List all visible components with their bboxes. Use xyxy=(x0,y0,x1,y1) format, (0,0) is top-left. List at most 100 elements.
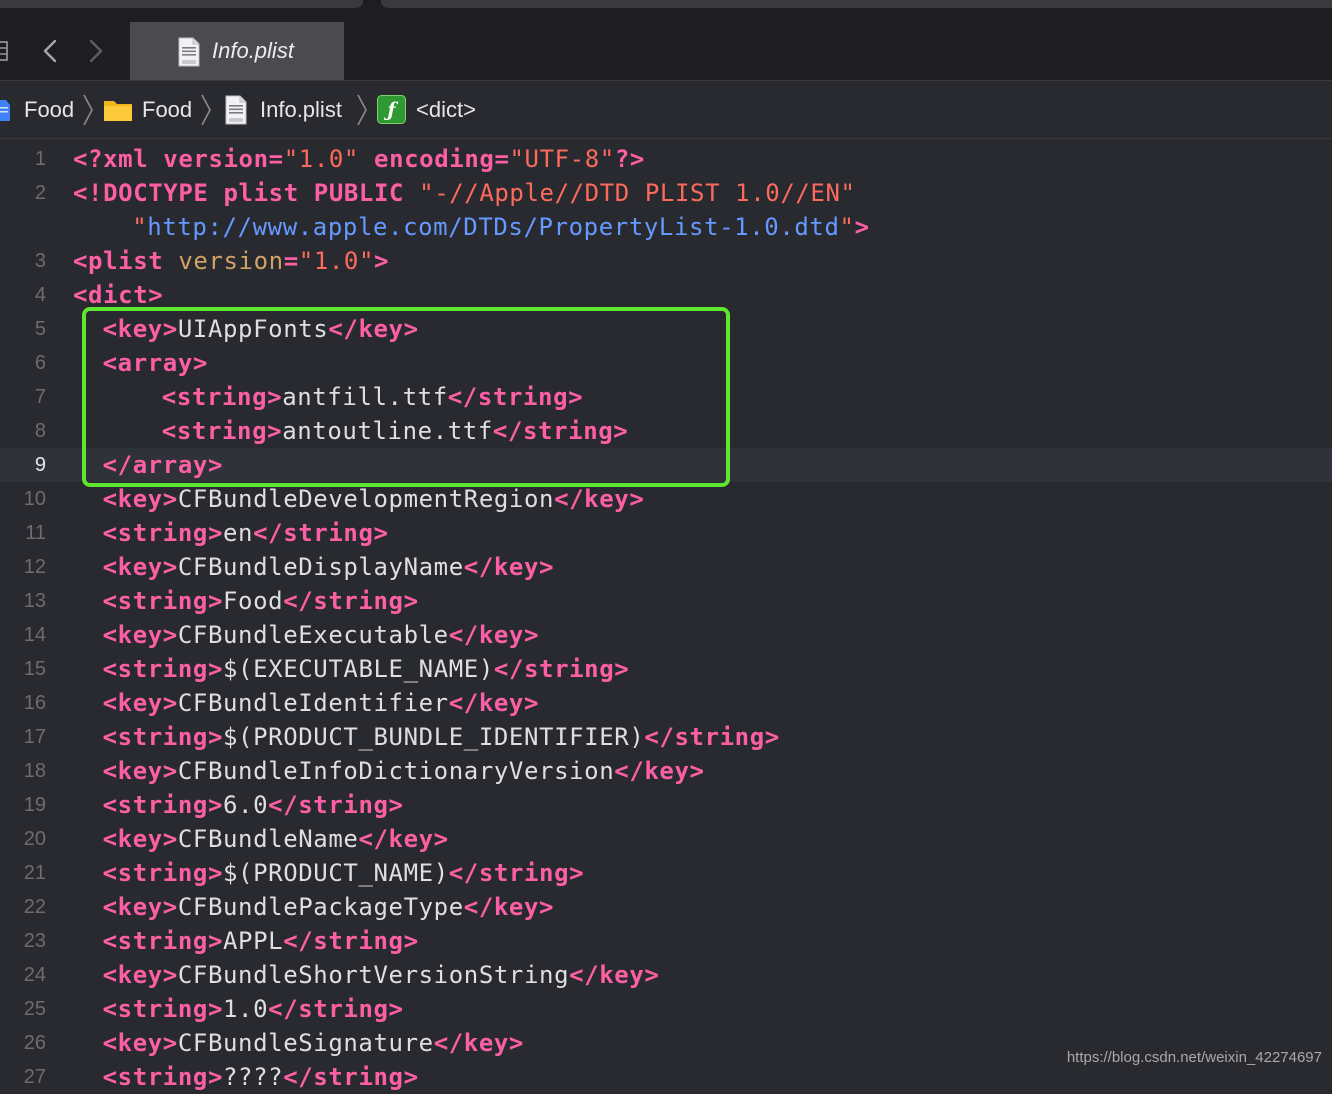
breadcrumb-label: Food xyxy=(142,96,193,122)
breadcrumb-item-dict[interactable]: ƒ <dict> xyxy=(377,81,476,138)
code-line[interactable]: 2 <!DOCTYPE plist PUBLIC "-//Apple//DTD P… xyxy=(0,176,1332,210)
code-token: CFBundleDisplayName xyxy=(177,553,464,581)
code-token: $(PRODUCT_NAME) xyxy=(223,859,449,887)
code-token: <key> xyxy=(102,621,178,649)
code-line[interactable]: 21 <string>$(PRODUCT_NAME)</string> xyxy=(0,856,1332,890)
tab-info-plist[interactable]: Info.plist xyxy=(130,22,344,80)
code-token: CFBundleExecutable xyxy=(177,621,449,649)
code-token: </key> xyxy=(358,825,449,853)
breadcrumb-item-file[interactable]: Info.plist xyxy=(224,81,342,138)
code-token: <array> xyxy=(102,349,208,377)
code-token: </key> xyxy=(554,485,645,513)
line-number: 22 xyxy=(23,896,46,918)
code-text: <string>antoutline.ttf</string> xyxy=(162,414,629,448)
code-text: <plist version="1.0"> xyxy=(73,244,389,278)
code-line[interactable]: 4 <dict> xyxy=(0,278,1332,312)
line-number: 9 xyxy=(34,454,46,476)
code-line[interactable]: 22 <key>CFBundlePackageType</key> xyxy=(0,890,1332,924)
code-line[interactable]: 20 <key>CFBundleName</key> xyxy=(0,822,1332,856)
code-line[interactable]: "http://www.apple.com/DTDs/PropertyList-… xyxy=(0,210,1332,244)
code-token: $(EXECUTABLE_NAME) xyxy=(223,655,494,683)
code-token: CFBundleShortVersionString xyxy=(177,961,570,989)
code-line[interactable]: 9 </array> xyxy=(0,448,1332,482)
breadcrumb-item-project[interactable]: Food xyxy=(0,81,74,138)
breadcrumb-item-folder[interactable]: Food xyxy=(103,81,192,138)
line-number: 26 xyxy=(23,1032,46,1054)
code-token: <string> xyxy=(102,1063,223,1091)
code-token: "1.0" xyxy=(298,247,375,275)
line-number: 12 xyxy=(23,556,46,578)
line-number: 1 xyxy=(34,148,46,170)
code-token: APPL xyxy=(223,927,284,955)
code-token: 1.0 xyxy=(223,995,269,1023)
line-number: 19 xyxy=(23,794,46,816)
code-line[interactable]: 10 <key>CFBundleDevelopmentRegion</key> xyxy=(0,482,1332,516)
code-line[interactable]: 24 <key>CFBundleShortVersionString</key> xyxy=(0,958,1332,992)
code-text: "http://www.apple.com/DTDs/PropertyList-… xyxy=(132,210,869,244)
code-line[interactable]: 23 <string>APPL</string> xyxy=(0,924,1332,958)
code-text: <key>CFBundleDevelopmentRegion</key> xyxy=(103,482,645,516)
code-token: " xyxy=(132,213,148,241)
code-token: </string> xyxy=(447,383,584,411)
code-text: <string>APPL</string> xyxy=(103,924,419,958)
code-token: </key> xyxy=(328,315,419,343)
code-token: </string> xyxy=(492,417,629,445)
chevron-left-icon xyxy=(43,39,57,63)
code-token: <key> xyxy=(102,893,178,921)
code-line[interactable]: 14 <key>CFBundleExecutable</key> xyxy=(0,618,1332,652)
code-text: <?xml version="1.0" encoding="UTF-8"?> xyxy=(73,142,645,176)
line-number: 27 xyxy=(23,1066,46,1088)
line-number: 21 xyxy=(23,862,46,884)
code-line[interactable]: 3 <plist version="1.0"> xyxy=(0,244,1332,278)
code-text: <string>????</string> xyxy=(103,1060,419,1094)
code-token: UIAppFonts xyxy=(177,315,329,343)
code-line[interactable]: 16 <key>CFBundleIdentifier</key> xyxy=(0,686,1332,720)
code-token: 6.0 xyxy=(223,791,269,819)
code-line[interactable]: 1 <?xml version="1.0" encoding="UTF-8"?> xyxy=(0,142,1332,176)
code-token: <string> xyxy=(161,417,283,445)
code-line[interactable]: 12 <key>CFBundleDisplayName</key> xyxy=(0,550,1332,584)
code-token: <key> xyxy=(102,825,178,853)
code-line[interactable]: 15 <string>$(EXECUTABLE_NAME)</string> xyxy=(0,652,1332,686)
code-token: CFBundleInfoDictionaryVersion xyxy=(177,757,615,785)
breadcrumb-separator xyxy=(82,93,94,132)
code-token: <string> xyxy=(102,655,223,683)
code-line[interactable]: 18 <key>CFBundleInfoDictionaryVersion</ke… xyxy=(0,754,1332,788)
line-number: 15 xyxy=(23,658,46,680)
code-token: </key> xyxy=(433,1029,524,1057)
code-text: <dict> xyxy=(73,278,163,312)
navigate-back-button[interactable] xyxy=(36,22,64,80)
code-token: version xyxy=(178,247,284,275)
code-text: <key>CFBundleIdentifier</key> xyxy=(103,686,539,720)
code-token: = xyxy=(268,145,284,173)
breadcrumb-label: <dict> xyxy=(416,96,476,122)
code-line[interactable]: 25 <string>1.0</string> xyxy=(0,992,1332,1026)
code-token: </string> xyxy=(268,995,404,1023)
code-line[interactable]: 13 <string>Food</string> xyxy=(0,584,1332,618)
editor-tab-bar: Info.plist xyxy=(0,22,1332,81)
code-text: <!DOCTYPE plist PUBLIC "-//Apple//DTD PL… xyxy=(73,176,856,210)
code-token: </string> xyxy=(283,1063,419,1091)
code-line[interactable]: 19 <string>6.0</string> xyxy=(0,788,1332,822)
code-line[interactable]: 5 <key>UIAppFonts</key> xyxy=(0,312,1332,346)
code-token: </key> xyxy=(569,961,660,989)
code-token: version xyxy=(163,145,269,173)
code-token: http://www.apple.com/DTDs/PropertyList-1… xyxy=(147,213,840,241)
code-line[interactable]: 8 <string>antoutline.ttf</string> xyxy=(0,414,1332,448)
code-token: <key> xyxy=(102,315,178,343)
code-line[interactable]: 11 <string>en</string> xyxy=(0,516,1332,550)
code-line[interactable]: 17 <string>$(PRODUCT_BUNDLE_IDENTIFIER)</… xyxy=(0,720,1332,754)
code-editor[interactable]: 1 <?xml version="1.0" encoding="UTF-8"?> 2… xyxy=(0,142,1332,1091)
code-line[interactable]: 7 <string>antfill.ttf</string> xyxy=(0,380,1332,414)
navigate-forward-button[interactable] xyxy=(82,22,110,80)
line-number: 20 xyxy=(23,828,46,850)
code-token: CFBundleIdentifier xyxy=(177,689,449,717)
top-pane-segment-right xyxy=(381,0,1332,8)
code-line[interactable]: 6 <array> xyxy=(0,346,1332,380)
code-token: <key> xyxy=(102,757,178,785)
code-text: </array> xyxy=(103,448,223,482)
code-token: <dict> xyxy=(73,281,164,309)
code-token: </key> xyxy=(463,893,555,921)
related-items-icon[interactable] xyxy=(0,22,12,80)
window-top-strip xyxy=(0,0,1332,22)
